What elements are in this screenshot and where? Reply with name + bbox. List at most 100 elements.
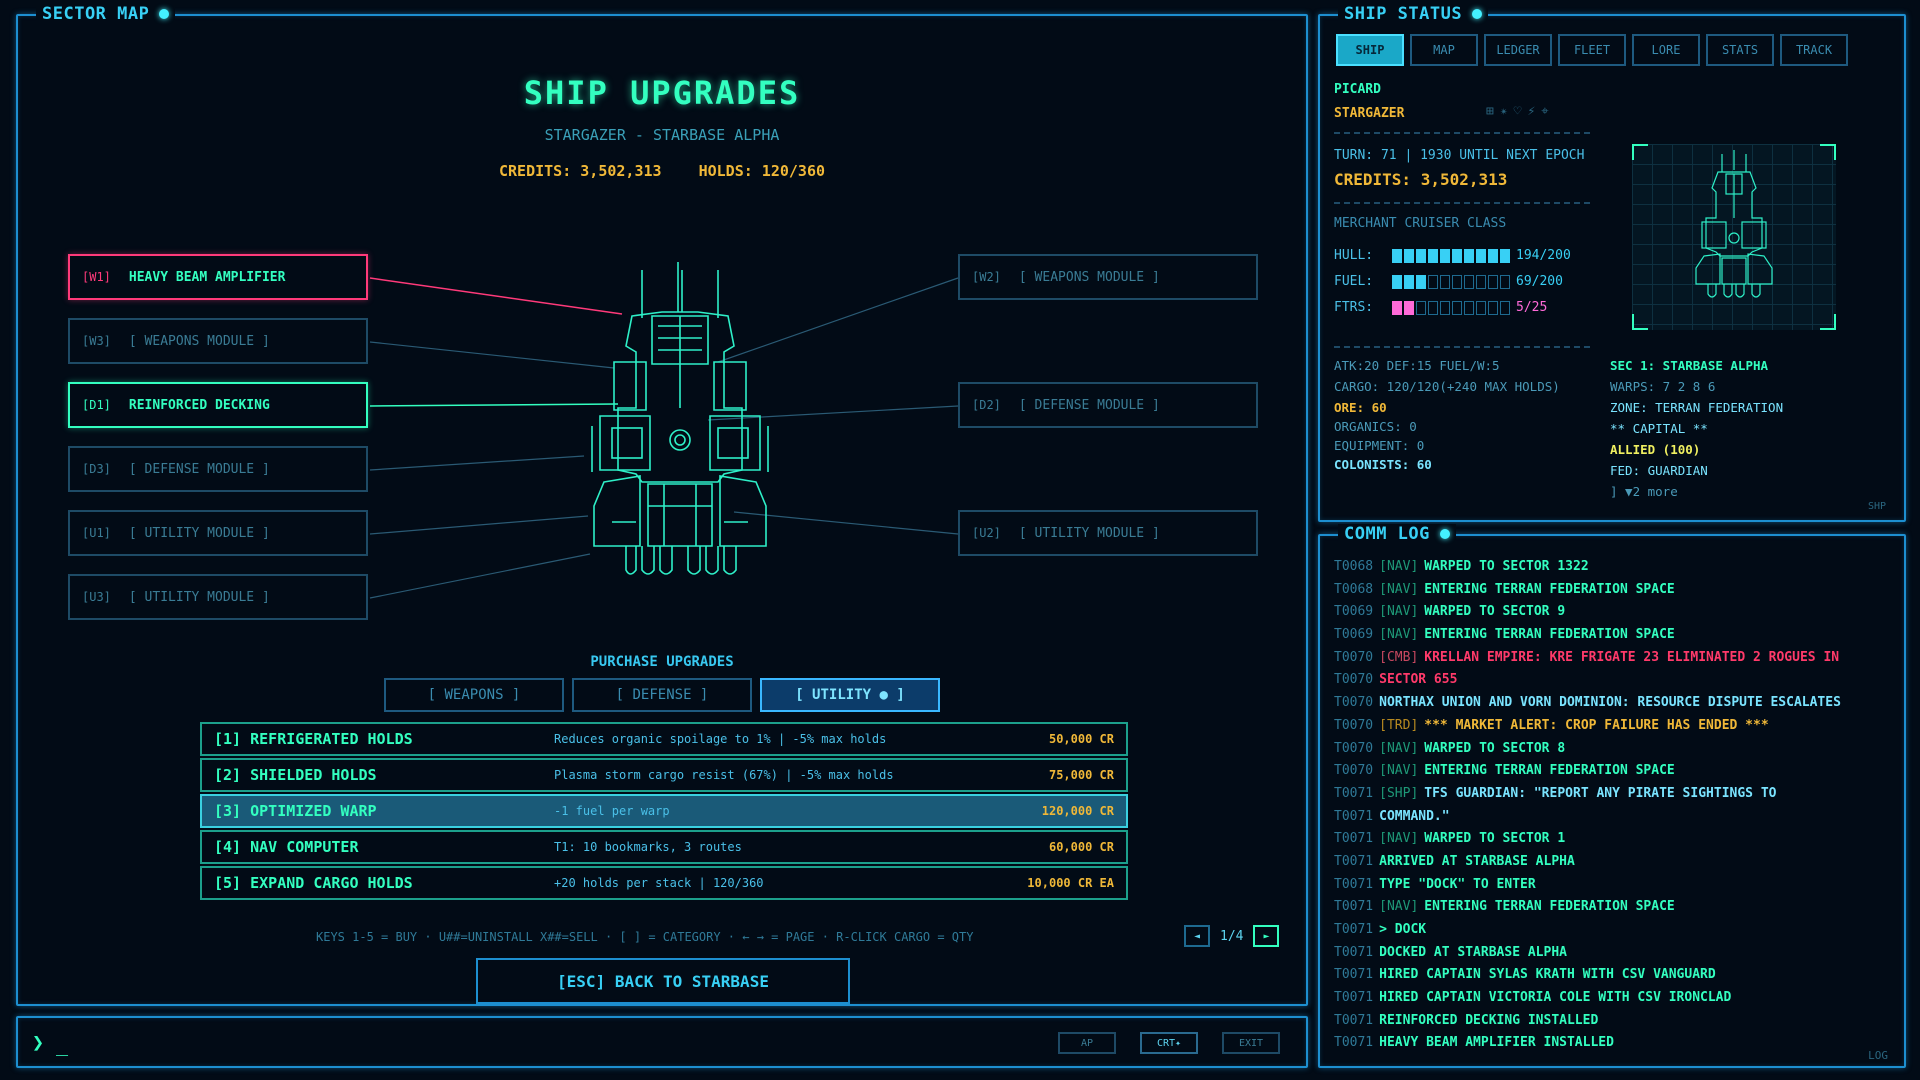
meter-segment: [1452, 248, 1462, 263]
log-message: TFS GUARDIAN: "REPORT ANY PIRATE SIGHTIN…: [1424, 785, 1777, 801]
ship-status-panel: SHIP STATUS SHIP MAP LEDGER FLEET LORE S…: [1318, 4, 1906, 522]
meter-segment: [1404, 248, 1414, 263]
log-turn: T0071: [1334, 944, 1374, 960]
slot-u1[interactable]: [U1] [ UTILITY MODULE ]: [68, 510, 368, 556]
equipment-stat: EQUIPMENT: 0: [1334, 438, 1425, 453]
meter-segment: [1428, 274, 1438, 289]
log-tag: [NAV]: [1379, 627, 1419, 643]
category-weapons-button[interactable]: [ WEAPONS ]: [384, 678, 564, 712]
slot-u3[interactable]: [U3] [ UTILITY MODULE ]: [68, 574, 368, 620]
tab-stats[interactable]: STATS: [1706, 34, 1774, 66]
tab-map[interactable]: MAP: [1410, 34, 1478, 66]
slot-name: [ UTILITY MODULE ]: [1018, 525, 1160, 541]
frame-corner: [1820, 144, 1836, 160]
log-line: T0071 [NAV] ENTERING TERRAN FEDERATION SPA…: [1334, 896, 1894, 919]
purchase-upgrades-heading: PURCHASE UPGRADES: [590, 654, 734, 670]
category-utility-button[interactable]: [ UTILITY ● ]: [760, 678, 940, 712]
meter-segment: [1500, 300, 1510, 315]
slot-w2[interactable]: [W2] [ WEAPONS MODULE ]: [958, 254, 1258, 300]
log-message: ARRIVED AT STARBASE ALPHA: [1379, 853, 1575, 869]
zone-name: ZONE: TERRAN FEDERATION: [1610, 400, 1784, 415]
cargo-stats: CARGO: 120/120(+240 MAX HOLDS): [1334, 379, 1560, 394]
meter-segment: [1416, 274, 1426, 289]
log-line: T0071 HIRED CAPTAIN SYLAS KRATH WITH CSV …: [1334, 964, 1894, 987]
slot-name: [ DEFENSE MODULE ]: [128, 461, 270, 477]
log-turn: T0071: [1334, 808, 1374, 824]
item-desc: Plasma storm cargo resist (67%) | -5% ma…: [554, 768, 894, 782]
log-line: T0071 TYPE "DOCK" TO ENTER: [1334, 874, 1894, 897]
log-line: T0071 DOCKED AT STARBASE ALPHA: [1334, 942, 1894, 965]
log-turn: T0070: [1334, 763, 1374, 779]
log-line: T0069 [NAV] WARPED TO SECTOR 9: [1334, 601, 1894, 624]
frame-corner: [1632, 144, 1648, 160]
item-price: 120,000 CR: [1041, 804, 1114, 818]
upgrade-item-optimized-warp[interactable]: [3] OPTIMIZED WARP -1 fuel per warp 120,…: [200, 794, 1128, 828]
meter-segment: [1488, 300, 1498, 315]
log-turn: T0071: [1334, 876, 1374, 892]
upgrade-item-nav-computer[interactable]: [4] NAV COMPUTER T1: 10 bookmarks, 3 rou…: [200, 830, 1128, 864]
slot-w3[interactable]: [W3] [ WEAPONS MODULE ]: [68, 318, 368, 364]
log-turn: T0071: [1334, 853, 1374, 869]
comm-log-title: COMM LOG: [1338, 524, 1456, 544]
upgrade-item-refrigerated-holds[interactable]: [1] REFRIGERATED HOLDS Reduces organic s…: [200, 722, 1128, 756]
sector-map-title: SECTOR MAP: [36, 4, 176, 24]
ship-name: STARGAZER: [1334, 106, 1405, 121]
more-toggle[interactable]: ] ▼2 more: [1610, 484, 1678, 499]
divider: [1334, 202, 1590, 204]
upgrade-item-shielded-holds[interactable]: [2] SHIELDED HOLDS Plasma storm cargo re…: [200, 758, 1128, 792]
command-input[interactable]: _: [56, 1032, 68, 1056]
credits-holds-line: CREDITS: 3,502,313 HOLDS: 120/360: [18, 162, 1306, 180]
ship-status-title-text: SHIP STATUS: [1344, 4, 1463, 24]
prompt-chevron-icon: ❯: [32, 1030, 45, 1054]
tab-lore[interactable]: LORE: [1632, 34, 1700, 66]
meter-segment: [1476, 300, 1486, 315]
divider: [1334, 346, 1590, 348]
item-name: [4] NAV COMPUTER: [214, 838, 359, 856]
log-line: T0071 REINFORCED DECKING INSTALLED: [1334, 1010, 1894, 1033]
slot-name: [ DEFENSE MODULE ]: [1018, 397, 1160, 413]
meter-segment: [1500, 274, 1510, 289]
item-name: [3] OPTIMIZED WARP: [214, 802, 377, 820]
crt-button[interactable]: CRT✦: [1140, 1032, 1198, 1054]
prev-page-button[interactable]: ◄: [1184, 925, 1210, 947]
page-subtitle: STARGAZER - STARBASE ALPHA: [544, 126, 780, 144]
slot-d3[interactable]: [D3] [ DEFENSE MODULE ]: [68, 446, 368, 492]
item-desc: -1 fuel per warp: [554, 804, 670, 818]
back-to-starbase-button[interactable]: [ESC] BACK TO STARBASE: [476, 958, 850, 1004]
tab-track[interactable]: TRACK: [1780, 34, 1848, 66]
slot-w1[interactable]: [W1] HEAVY BEAM AMPLIFIER: [68, 254, 368, 300]
ap-button[interactable]: AP: [1058, 1032, 1116, 1054]
fuel-label: FUEL:: [1334, 274, 1374, 289]
slot-code: [D3]: [82, 462, 111, 476]
pilot-name: PICARD: [1334, 82, 1381, 97]
meter-segment: [1476, 248, 1486, 263]
tab-fleet[interactable]: FLEET: [1558, 34, 1626, 66]
tab-ship[interactable]: SHIP: [1336, 34, 1404, 66]
log-tag: [NAV]: [1379, 581, 1419, 597]
tab-ledger[interactable]: LEDGER: [1484, 34, 1552, 66]
slot-d1[interactable]: [D1] REINFORCED DECKING: [68, 382, 368, 428]
category-defense-button[interactable]: [ DEFENSE ]: [572, 678, 752, 712]
slot-code: [D2]: [972, 398, 1001, 412]
sector-map-panel: SECTOR MAP SHIP UPGRADES STARGAZER - STA…: [16, 4, 1308, 1006]
log-message: WARPED TO SECTOR 1322: [1424, 559, 1589, 574]
ship-status-icons: ⊞✴♡⚡⌖: [1486, 104, 1555, 119]
item-desc: T1: 10 bookmarks, 3 routes: [554, 840, 742, 854]
page-indicator: 1/4: [1220, 928, 1244, 944]
log-message: HEAVY BEAM AMPLIFIER INSTALLED: [1379, 1035, 1614, 1051]
log-turn: T0070: [1334, 672, 1374, 688]
log-line: T0070 NORTHAX UNION AND VORN DOMINION: RE…: [1334, 692, 1894, 715]
ftrs-meter: [1392, 300, 1510, 315]
slot-d2[interactable]: [D2] [ DEFENSE MODULE ]: [958, 382, 1258, 428]
slot-u2[interactable]: [U2] [ UTILITY MODULE ]: [958, 510, 1258, 556]
log-line: T0070 [CMB] KRELLAN EMPIRE: KRE FRIGATE 23…: [1334, 647, 1894, 670]
meter-segment: [1452, 300, 1462, 315]
next-page-button[interactable]: ►: [1253, 925, 1280, 947]
upgrade-item-expand-cargo-holds[interactable]: [5] EXPAND CARGO HOLDS +20 holds per sta…: [200, 866, 1128, 900]
command-bar: ❯ _ AP CRT✦ EXIT: [16, 1016, 1308, 1068]
pager: ◄ 1/4 ►: [1184, 925, 1280, 947]
log-turn: T0071: [1334, 922, 1374, 937]
log-message: SECTOR 655: [1379, 672, 1458, 688]
exit-button[interactable]: EXIT: [1222, 1032, 1280, 1054]
meter-segment: [1392, 300, 1402, 315]
